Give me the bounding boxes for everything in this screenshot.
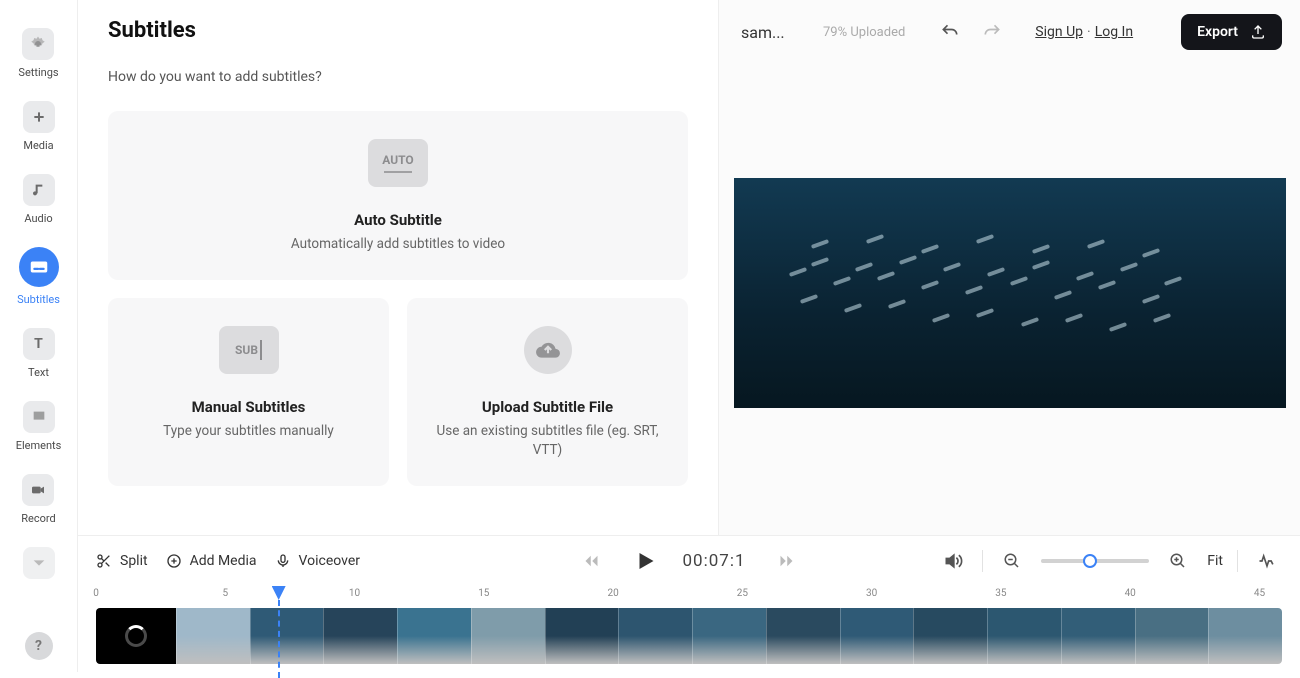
text-icon: T (23, 328, 55, 360)
plus-icon (23, 101, 55, 133)
playhead-line (278, 600, 280, 678)
ruler-tick: 0 (93, 588, 99, 599)
split-button[interactable]: Split (96, 553, 148, 569)
sidebar-item-extra[interactable] (23, 547, 55, 579)
manual-subtitle-card[interactable]: SUB Manual Subtitles Type your subtitles… (108, 298, 389, 486)
card-desc: Use an existing subtitles file (eg. SRT,… (423, 422, 672, 460)
timeline-track[interactable] (96, 608, 1282, 664)
scissors-icon (96, 553, 112, 569)
redo-icon[interactable] (977, 17, 1007, 47)
export-button[interactable]: Export (1181, 14, 1282, 50)
sidebar-item-settings[interactable]: Settings (18, 28, 58, 79)
track-thumbnail[interactable] (250, 608, 324, 664)
play-button[interactable] (632, 549, 656, 573)
plus-circle-icon (166, 553, 182, 569)
zoom-in-icon[interactable] (1163, 546, 1193, 576)
track-thumbnail[interactable] (176, 608, 250, 664)
playhead[interactable] (272, 586, 286, 600)
ruler-tick: 35 (995, 588, 1006, 599)
cloud-upload-icon (524, 326, 572, 374)
card-desc: Type your subtitles manually (124, 422, 373, 441)
sidebar-item-subtitles[interactable]: Subtitles (17, 247, 60, 306)
video-preview[interactable] (734, 178, 1286, 408)
signup-link[interactable]: Sign Up (1035, 24, 1083, 40)
sidebar-item-media[interactable]: Media (23, 101, 55, 152)
card-title: Manual Subtitles (124, 398, 373, 416)
ruler-tick: 20 (607, 588, 618, 599)
track-thumbnail[interactable] (692, 608, 766, 664)
upload-status: 79% Uploaded (823, 25, 905, 40)
subtitles-icon (19, 247, 59, 287)
spinner-icon (125, 625, 147, 647)
ruler-tick: 15 (478, 588, 489, 599)
upload-subtitle-card[interactable]: Upload Subtitle File Use an existing sub… (407, 298, 688, 486)
card-desc: Automatically add subtitles to video (128, 235, 668, 254)
ruler-tick: 5 (222, 588, 228, 599)
elements-icon (23, 401, 55, 433)
track-thumbnail[interactable] (323, 608, 397, 664)
zoom-out-icon[interactable] (997, 546, 1027, 576)
gear-icon (22, 28, 54, 60)
volume-icon[interactable] (938, 546, 968, 576)
track-thumbnail[interactable] (1061, 608, 1135, 664)
track-thumbnail[interactable] (840, 608, 914, 664)
ruler-tick: 45 (1254, 588, 1265, 599)
help-icon[interactable]: ? (25, 632, 53, 660)
timeline-toolbar: Split Add Media Voiceover 00:07:1 (78, 535, 1300, 672)
track-thumbnail[interactable] (1208, 608, 1282, 664)
panel-title: Subtitles (108, 18, 688, 43)
track-thumbnail[interactable] (913, 608, 987, 664)
voiceover-button[interactable]: Voiceover (275, 553, 360, 569)
fit-button[interactable]: Fit (1207, 553, 1223, 569)
dots-icon (23, 547, 55, 579)
auto-subtitle-card[interactable]: AUTO Auto Subtitle Automatically add sub… (108, 111, 688, 280)
card-title: Upload Subtitle File (423, 398, 672, 416)
microphone-icon (275, 553, 291, 569)
ruler-tick: 30 (866, 588, 877, 599)
music-note-icon (23, 174, 55, 206)
manual-icon: SUB (219, 326, 279, 374)
skip-forward-icon[interactable] (772, 546, 802, 576)
loading-clip (96, 608, 176, 664)
track-thumbnail[interactable] (545, 608, 619, 664)
sidebar-item-record[interactable]: Record (21, 474, 55, 525)
upload-icon (1250, 24, 1266, 40)
sidebar-item-audio[interactable]: Audio (23, 174, 55, 225)
timeline-ruler[interactable]: 0 5 10 15 20 25 30 35 40 45 (96, 588, 1282, 604)
waveform-icon[interactable] (1252, 546, 1282, 576)
camera-icon (22, 474, 54, 506)
zoom-slider[interactable] (1041, 559, 1149, 563)
auto-icon: AUTO (368, 139, 428, 187)
add-media-button[interactable]: Add Media (166, 553, 257, 569)
track-thumbnail[interactable] (766, 608, 840, 664)
skip-back-icon[interactable] (576, 546, 606, 576)
card-title: Auto Subtitle (128, 211, 668, 229)
track-thumbnail[interactable] (471, 608, 545, 664)
ruler-tick: 40 (1125, 588, 1136, 599)
left-sidebar: Settings Media Audio Subtitles T Text El… (0, 0, 78, 672)
subtitles-panel: Subtitles How do you want to add subtitl… (78, 0, 718, 535)
track-thumbnail[interactable] (1135, 608, 1209, 664)
sidebar-item-elements[interactable]: Elements (16, 401, 62, 452)
track-thumbnail[interactable] (397, 608, 471, 664)
track-thumbnail[interactable] (987, 608, 1061, 664)
login-link[interactable]: Log In (1095, 24, 1133, 40)
sidebar-item-text[interactable]: T Text (23, 328, 55, 379)
track-thumbnail[interactable] (618, 608, 692, 664)
panel-subhead: How do you want to add subtitles? (108, 69, 688, 85)
auth-links: Sign Up·Log In (1035, 24, 1133, 40)
ruler-tick: 25 (737, 588, 748, 599)
ruler-tick: 10 (349, 588, 360, 599)
preview-pane: sam... 79% Uploaded Sign Up·Log In Expor… (718, 0, 1300, 535)
undo-icon[interactable] (935, 17, 965, 47)
timecode: 00:07:1 (682, 551, 745, 571)
project-name[interactable]: sam... (741, 23, 791, 42)
top-bar: sam... 79% Uploaded Sign Up·Log In Expor… (719, 0, 1300, 50)
